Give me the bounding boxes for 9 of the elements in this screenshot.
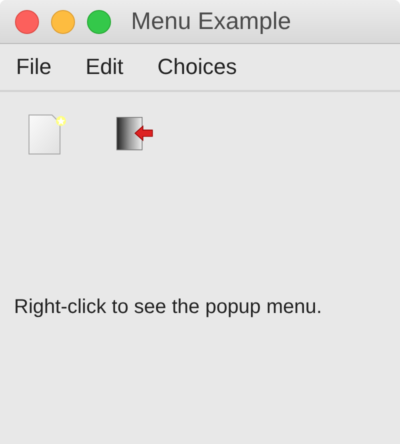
close-button[interactable]: [15, 10, 39, 34]
zoom-button[interactable]: [87, 10, 111, 34]
menu-item[interactable]: File: [16, 54, 52, 80]
new-document-icon: [28, 112, 66, 156]
menu-item[interactable]: Choices: [157, 54, 237, 80]
hint-text: Right-click to see the popup menu.: [13, 296, 323, 319]
window-title: Menu Example: [131, 8, 292, 36]
menu-item[interactable]: Edit: [85, 54, 124, 80]
minimize-button[interactable]: [51, 10, 75, 34]
